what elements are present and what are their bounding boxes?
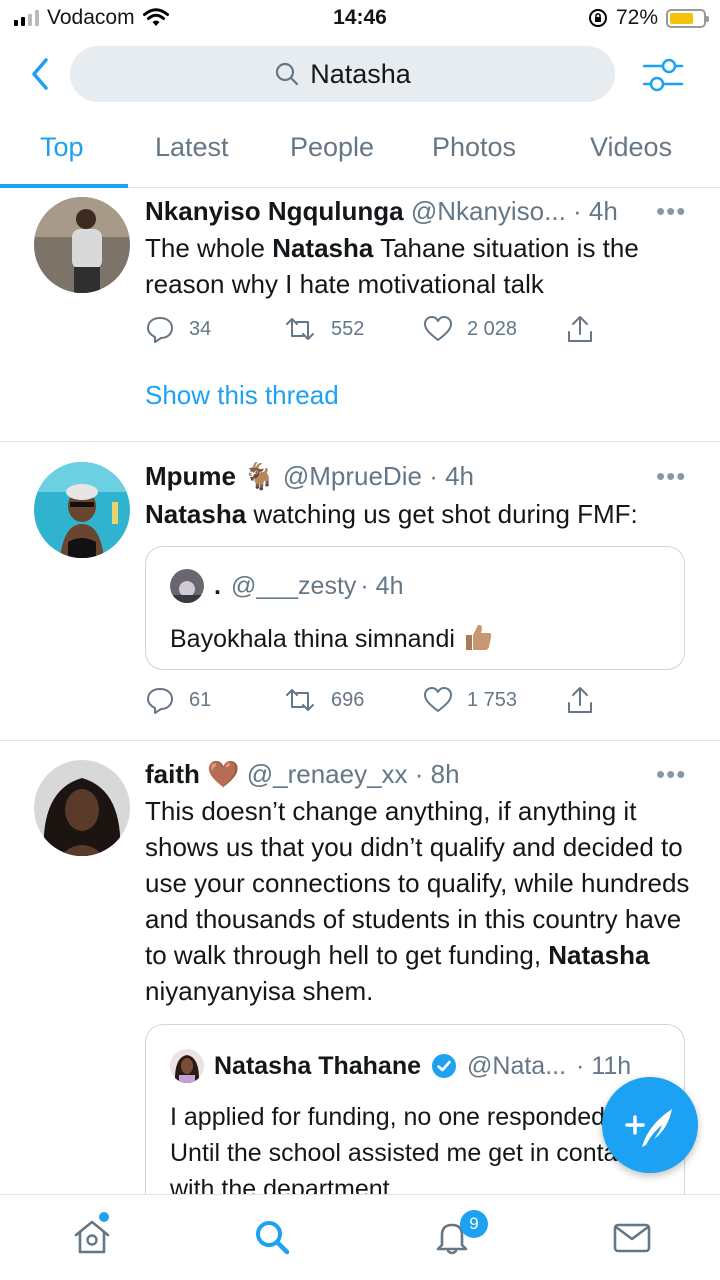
divider (0, 441, 720, 442)
tab-top[interactable]: Top (40, 132, 84, 163)
like-count: 2 028 (467, 317, 518, 340)
tab-photos[interactable]: Photos (432, 132, 516, 163)
heart-icon (424, 687, 452, 712)
back-button[interactable] (24, 54, 58, 94)
brown-heart-emoji-icon: 🤎 (207, 759, 240, 789)
like-button[interactable]: 1 753 (423, 685, 517, 715)
reply-button[interactable]: 61 (145, 685, 211, 715)
reply-icon (147, 317, 173, 343)
author-handle[interactable]: @Nkanyiso... (411, 196, 566, 226)
thumbs-up-emoji-icon (465, 624, 492, 650)
search-tabs: Top Latest People Photos Videos (0, 118, 720, 188)
tweet-time: · 8h (414, 759, 460, 789)
more-options-icon[interactable]: ••• (656, 461, 686, 492)
tweet-text: The whole Natasha Tahane situation is th… (145, 233, 639, 299)
active-tab-indicator (0, 184, 128, 188)
author-name[interactable]: Nkanyiso Ngqulunga (145, 196, 404, 226)
quoted-tweet-text: I applied for funding, no one responded.… (170, 1103, 637, 1203)
tweet-text: This doesn’t change anything, if anythin… (145, 796, 690, 1006)
author-name[interactable]: faith (145, 759, 200, 789)
notification-badge: 9 (460, 1210, 488, 1238)
sliders-icon (642, 58, 684, 92)
avatar[interactable] (34, 760, 130, 856)
tab-latest[interactable]: Latest (155, 132, 229, 163)
quoted-tweet[interactable]: . @___zesty · 4h Bayokhala thina simnand… (145, 546, 685, 670)
retweet-icon (286, 689, 314, 711)
avatar[interactable] (34, 197, 130, 293)
quoted-avatar (170, 569, 204, 603)
messages-icon[interactable] (612, 1217, 652, 1257)
more-options-icon[interactable]: ••• (656, 759, 686, 790)
quoted-tweet-time: · 4h (360, 571, 404, 600)
tweet-time: · 4h (573, 196, 618, 226)
quoted-author-handle: @___zesty (230, 571, 357, 600)
heart-icon (424, 316, 452, 341)
bottom-navigation (0, 1194, 720, 1280)
retweet-button[interactable]: 696 (283, 685, 364, 715)
query-highlight: Natasha (145, 499, 247, 529)
reply-count: 61 (189, 688, 212, 711)
query-highlight: Natasha (548, 940, 650, 970)
divider (0, 740, 720, 741)
like-button[interactable]: 2 028 (423, 314, 517, 344)
tweet-text: Natasha watching us get shot during FMF: (145, 499, 638, 529)
more-options-icon[interactable]: ••• (656, 196, 686, 227)
share-icon (568, 687, 592, 713)
search-icon[interactable] (252, 1217, 292, 1257)
show-thread-link[interactable]: Show this thread (145, 380, 339, 411)
quoted-tweet-text: Bayokhala thina simnandi (170, 621, 670, 657)
battery-percent: 72% (615, 6, 658, 29)
tab-people[interactable]: People (290, 132, 374, 163)
search-header: Natasha (0, 44, 720, 106)
author-handle[interactable]: @_renaey_xx (247, 759, 408, 789)
share-icon (568, 316, 592, 342)
retweet-count: 552 (331, 317, 365, 340)
query-highlight: Natasha (272, 233, 374, 263)
filter-button[interactable] (640, 52, 686, 98)
tab-videos[interactable]: Videos (590, 132, 672, 163)
quoted-author-name: Natasha Thahane (214, 1051, 422, 1080)
retweet-icon (286, 318, 314, 340)
reply-count: 34 (189, 317, 212, 340)
retweet-button[interactable]: 552 (283, 314, 364, 344)
search-icon (276, 62, 299, 86)
like-count: 1 753 (467, 688, 518, 711)
reply-icon (147, 688, 173, 714)
verified-badge-icon (432, 1054, 457, 1078)
avatar[interactable] (34, 462, 130, 558)
tweet-actions: 61 696 1 753 (145, 685, 645, 719)
compose-tweet-button[interactable] (602, 1077, 698, 1173)
quoted-avatar (170, 1049, 204, 1083)
share-button[interactable] (565, 685, 595, 715)
quoted-author-handle: @Nata... (467, 1051, 567, 1080)
quoted-author-name: . (214, 571, 221, 600)
author-name[interactable]: Mpume (145, 461, 236, 491)
tweet-time: · 4h (429, 461, 474, 491)
orientation-lock-icon (588, 9, 607, 27)
chevron-left-icon (32, 58, 48, 90)
home-new-content-dot (99, 1212, 109, 1222)
retweet-count: 696 (331, 688, 365, 711)
compose-tweet-icon (625, 1109, 672, 1147)
reply-button[interactable]: 34 (145, 314, 211, 344)
status-bar: Vodacom 14:46 72% (0, 0, 720, 36)
goat-emoji-icon: 🐐 (243, 461, 276, 491)
author-handle[interactable]: @MprueDie (283, 461, 422, 491)
home-icon[interactable] (72, 1217, 112, 1257)
search-input[interactable]: Natasha (70, 46, 615, 102)
search-query: Natasha (310, 58, 411, 89)
share-button[interactable] (565, 314, 595, 344)
battery-icon (666, 8, 709, 28)
tweet-actions: 34 552 2 028 (145, 314, 645, 348)
